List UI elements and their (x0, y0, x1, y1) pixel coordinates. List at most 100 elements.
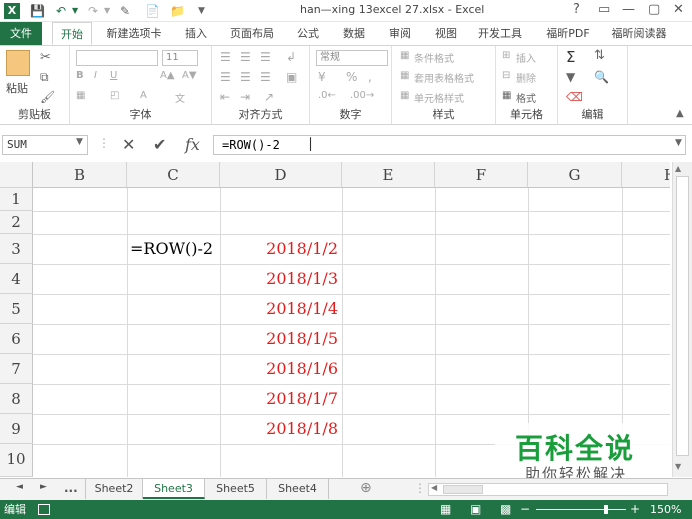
sheet-tab-sheet2[interactable]: Sheet2 (85, 479, 143, 499)
undo-dropdown-icon[interactable]: ▼ (72, 2, 78, 20)
percent-button[interactable]: % (346, 70, 357, 84)
row-header-1[interactable]: 1 (0, 188, 33, 211)
zoom-level[interactable]: 150% (650, 500, 681, 519)
conditional-format-icon[interactable]: ▦ (400, 50, 409, 61)
format-painter-icon[interactable]: 🖌 (40, 90, 55, 104)
cell-styles-button[interactable]: 单元格样式 (414, 90, 464, 105)
redo-dropdown-icon[interactable]: ▼ (104, 2, 110, 20)
row-header-6[interactable]: 6 (0, 324, 33, 354)
cell-d8[interactable]: 2018/1/7 (220, 384, 342, 414)
font-name-combo[interactable] (76, 50, 158, 66)
tab-review[interactable]: 审阅 (380, 22, 420, 45)
column-header-b[interactable]: B (33, 162, 127, 188)
tab-split-icon[interactable]: ⋮ (414, 481, 426, 495)
zoom-slider[interactable] (536, 509, 626, 510)
shrink-font-icon[interactable]: A▼ (182, 70, 197, 81)
tab-view[interactable]: 视图 (426, 22, 466, 45)
new-sheet-icon[interactable]: ⊕ (360, 480, 372, 496)
zoom-slider-thumb[interactable] (604, 505, 608, 514)
cell-styles-icon[interactable]: ▦ (400, 90, 409, 101)
font-size-combo[interactable]: 11 (162, 50, 198, 66)
row-header-8[interactable]: 8 (0, 384, 33, 414)
macro-record-icon[interactable] (38, 504, 50, 515)
cell-d6[interactable]: 2018/1/5 (220, 324, 342, 354)
row-header-5[interactable]: 5 (0, 294, 33, 324)
tab-formulas[interactable]: 公式 (288, 22, 328, 45)
cell-c3[interactable]: =ROW()-2 (127, 234, 220, 264)
grow-font-icon[interactable]: A▲ (160, 70, 175, 81)
border-icon[interactable]: ▦ (76, 90, 85, 101)
vertical-scroll-thumb[interactable] (676, 176, 689, 456)
increase-indent-icon[interactable]: ⇥ (240, 90, 250, 104)
conditional-format-button[interactable]: 条件格式 (414, 50, 454, 65)
column-header-f[interactable]: F (435, 162, 528, 188)
cut-icon[interactable]: ✂ (40, 50, 51, 65)
find-icon[interactable]: 🔍 (594, 70, 609, 84)
tab-foxit-pdf[interactable]: 福昕PDF (538, 22, 598, 45)
redo-icon[interactable]: ↷ (88, 2, 98, 20)
column-header-c[interactable]: C (127, 162, 220, 188)
cell-d7[interactable]: 2018/1/6 (220, 354, 342, 384)
decrease-indent-icon[interactable]: ⇤ (220, 90, 230, 104)
row-header-4[interactable]: 4 (0, 264, 33, 294)
column-header-d[interactable]: D (220, 162, 342, 188)
decrease-decimal-icon[interactable]: .00→ (350, 90, 374, 101)
tab-insert[interactable]: 插入 (176, 22, 216, 45)
sheet-next-icon[interactable]: ► (40, 482, 47, 492)
format-table-icon[interactable]: ▦ (400, 70, 409, 81)
clear-icon[interactable]: ⌫ (566, 90, 583, 104)
paste-button[interactable]: 粘贴 (6, 80, 28, 96)
wrap-text-icon[interactable]: ↲ (286, 50, 296, 64)
tab-new-tab[interactable]: 新建选项卡 (100, 22, 168, 45)
cell-d3[interactable]: 2018/1/2 (220, 234, 342, 264)
insert-function-icon[interactable]: fx (185, 135, 200, 155)
folder-icon[interactable]: 📁 (170, 2, 185, 20)
close-icon[interactable]: ✕ (673, 2, 684, 17)
expand-formula-bar-icon[interactable]: ▼ (675, 138, 682, 148)
sheet-tab-sheet3[interactable]: Sheet3 (143, 479, 205, 499)
excel-app-icon[interactable]: X (4, 3, 20, 19)
cancel-entry-icon[interactable]: ✕ (122, 135, 135, 155)
phonetic-icon[interactable]: 文 (175, 90, 185, 105)
copy-icon[interactable]: ⧉ (40, 70, 49, 85)
align-bottom-icon[interactable]: ☰ (260, 50, 271, 64)
page-break-view-icon[interactable]: ▩ (500, 500, 511, 519)
column-header-e[interactable]: E (342, 162, 435, 188)
tab-page-layout[interactable]: 页面布局 (224, 22, 280, 45)
sheet-prev-icon[interactable]: ◄ (16, 482, 23, 492)
qat-customize-icon[interactable]: ▼ (198, 2, 205, 20)
increase-decimal-icon[interactable]: .0← (318, 90, 336, 101)
tab-foxit-reader[interactable]: 福昕阅读器 (605, 22, 673, 45)
new-file-icon[interactable]: 📄 (145, 2, 160, 20)
horizontal-scroll-thumb[interactable] (443, 485, 483, 494)
save-icon[interactable]: 💾 (30, 2, 45, 20)
paint-icon[interactable]: ✎ (120, 2, 130, 20)
column-header-g[interactable]: G (528, 162, 622, 188)
select-all-corner[interactable] (0, 162, 33, 188)
scroll-up-icon[interactable]: ▲ (675, 164, 681, 173)
insert-cells-icon[interactable]: ⊞ (502, 50, 510, 61)
horizontal-scrollbar[interactable]: ◀ (428, 483, 668, 496)
row-header-2[interactable]: 2 (0, 211, 33, 234)
formula-input[interactable]: =ROW()-2 (213, 135, 686, 155)
fill-icon[interactable]: ▼ (566, 70, 575, 84)
minimize-icon[interactable]: — (622, 2, 635, 17)
font-color-icon[interactable]: A (140, 90, 147, 101)
sheet-tab-sheet5[interactable]: Sheet5 (205, 479, 267, 499)
delete-cells-icon[interactable]: ⊟ (502, 70, 510, 81)
help-icon[interactable]: ? (573, 2, 580, 17)
number-format-combo[interactable]: 常规 (316, 50, 388, 66)
sheet-tab-sheet4[interactable]: Sheet4 (267, 479, 329, 499)
align-center-icon[interactable]: ☰ (240, 70, 251, 84)
maximize-icon[interactable]: ▢ (648, 2, 660, 17)
tab-file[interactable]: 文件 (0, 22, 42, 45)
comma-button[interactable]: , (368, 70, 372, 84)
zoom-in-icon[interactable]: + (630, 500, 640, 519)
vertical-scrollbar[interactable]: ▲ ▼ (672, 162, 692, 477)
normal-view-icon[interactable]: ▦ (440, 500, 451, 519)
zoom-out-icon[interactable]: − (520, 500, 530, 519)
paste-icon[interactable] (6, 50, 30, 76)
undo-icon[interactable]: ↶ (56, 2, 66, 20)
ribbon-display-icon[interactable]: ▭ (598, 2, 610, 17)
row-header-10[interactable]: 10 (0, 444, 33, 477)
